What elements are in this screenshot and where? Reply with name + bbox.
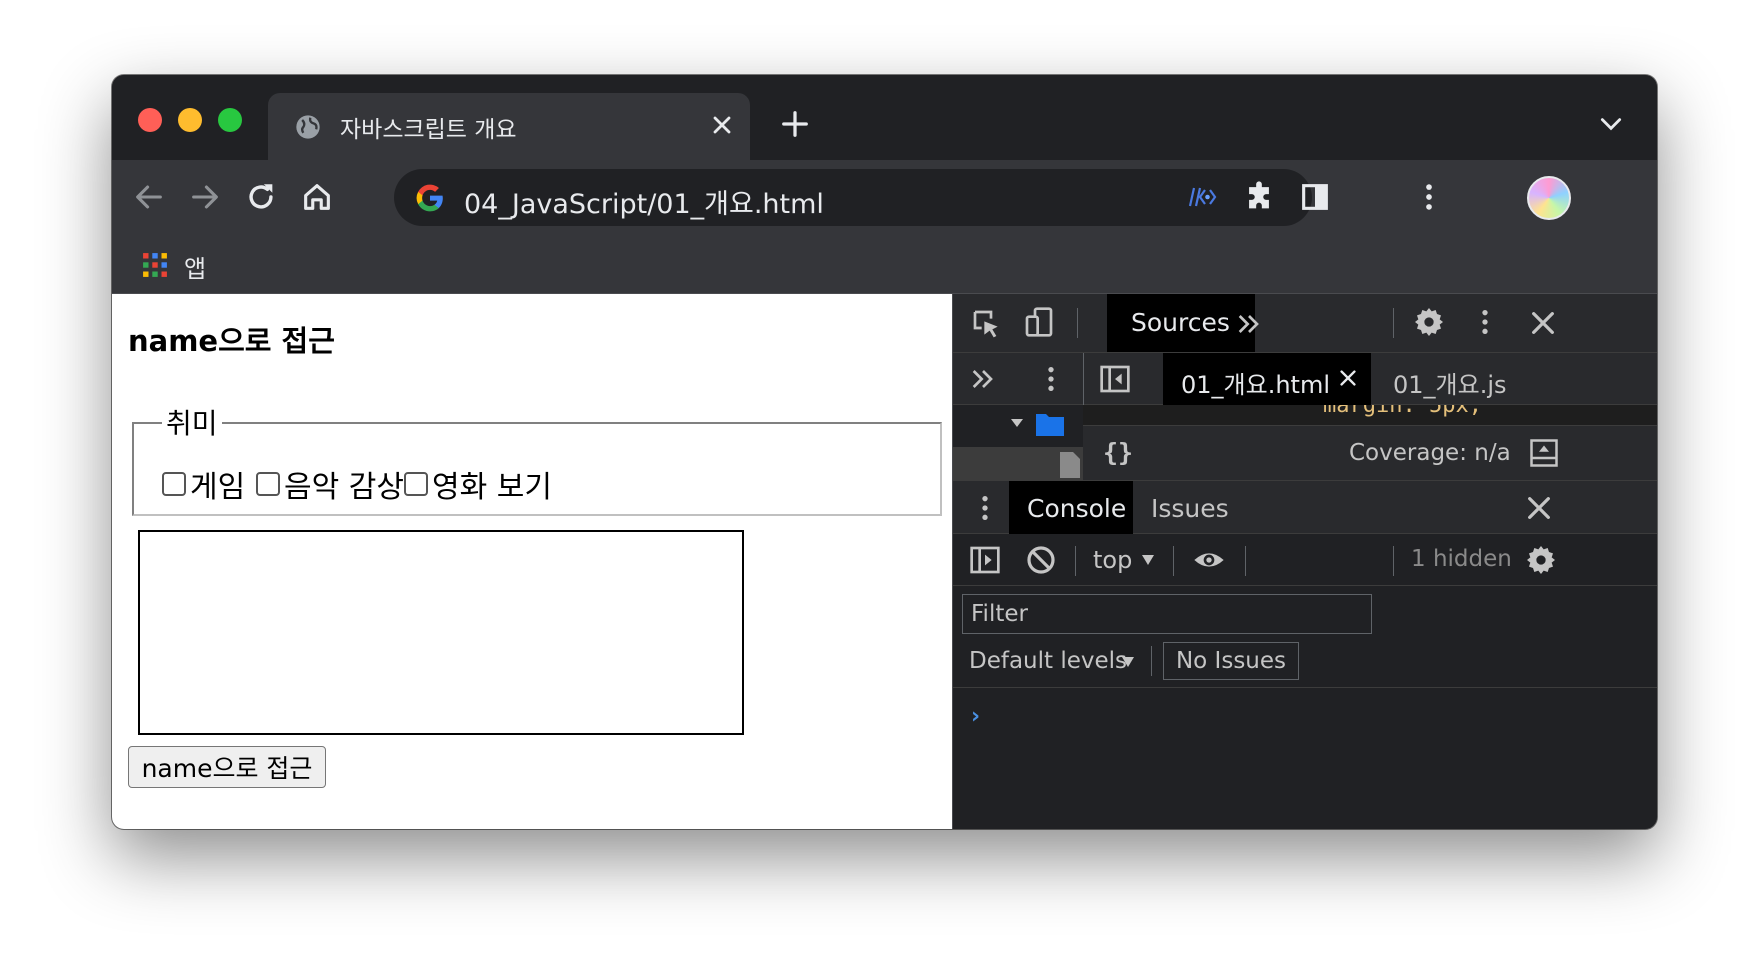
more-vertical-icon[interactable] <box>969 492 1001 524</box>
tab-console[interactable]: Console <box>1009 481 1133 534</box>
device-toolbar-icon[interactable] <box>1023 306 1055 338</box>
apps-bookmark-label[interactable]: 앱 <box>184 249 206 284</box>
checkbox-label: 음악 감상 <box>284 470 404 505</box>
close-drawer-icon[interactable] <box>1523 492 1555 524</box>
toggle-drawer-icon[interactable] <box>1529 438 1559 468</box>
sources-file-tabs: 01_개요.html 01_개요.js <box>953 353 1657 405</box>
more-vertical-icon[interactable] <box>1469 306 1501 338</box>
apps-grid-icon[interactable] <box>142 252 168 278</box>
minimize-window-button[interactable] <box>178 108 202 132</box>
console-tab-label: Console <box>1027 494 1127 523</box>
file-tab-html[interactable]: 01_개요.html <box>1163 353 1371 405</box>
new-tab-plus-icon[interactable] <box>780 109 810 139</box>
filter-row <box>953 586 1657 636</box>
tab-issues[interactable]: Issues <box>1151 494 1229 523</box>
console-prompt[interactable]: › <box>971 704 980 729</box>
selected-file-row[interactable] <box>953 447 1083 480</box>
more-chevron-icon[interactable] <box>967 363 999 395</box>
close-icon[interactable] <box>708 111 736 139</box>
url-text: 04_JavaScript/01_개요.html <box>464 189 824 220</box>
close-icon[interactable] <box>1337 367 1359 389</box>
bookmarks-bar: 앱 <box>112 236 1657 294</box>
fieldset-legend: 취미 <box>162 402 222 442</box>
tab-strip: 자바스크립트 개요 <box>112 75 1657 160</box>
separator <box>1173 546 1174 576</box>
checkbox-movie[interactable]: 영화 보기 <box>404 462 552 506</box>
more-vertical-icon[interactable] <box>1035 363 1067 395</box>
gear-icon[interactable] <box>1525 544 1557 576</box>
context-selector[interactable]: top <box>1093 546 1132 574</box>
file-tab-js[interactable]: 01_개요.js <box>1393 365 1507 400</box>
no-issues-button[interactable]: No Issues <box>1163 642 1299 680</box>
browser-toolbar: 04_JavaScript/01_개요.html <box>112 160 1657 236</box>
triangle-down-icon[interactable] <box>1009 415 1025 431</box>
page-viewport: name으로 접근 취미 게임 음악 감상 영화 보기 name으로 접근 <box>112 294 952 829</box>
profile-avatar[interactable] <box>1527 176 1571 220</box>
separator <box>1151 646 1152 676</box>
checkbox-box[interactable] <box>404 472 428 496</box>
back-arrow-icon[interactable] <box>132 180 166 214</box>
dropdown-triangle-icon <box>1122 657 1134 667</box>
home-icon[interactable] <box>300 180 334 214</box>
dropdown-triangle-icon <box>1142 555 1154 565</box>
separator <box>1393 308 1394 338</box>
hidden-messages-count: 1 hidden <box>1411 546 1512 572</box>
extension-code-icon[interactable] <box>1186 180 1220 214</box>
zoom-window-button[interactable] <box>218 108 242 132</box>
pretty-print-button[interactable]: {} <box>1103 438 1133 467</box>
code-line: margin: 5px; <box>1323 405 1482 418</box>
default-levels-dropdown[interactable]: Default levels <box>969 648 1127 674</box>
chevron-down-icon[interactable] <box>1598 113 1624 135</box>
filter-input[interactable] <box>962 594 1372 634</box>
levels-row: Default levels No Issues <box>953 636 1657 688</box>
sidebar-toggle-icon[interactable] <box>969 544 1001 576</box>
page-heading: name으로 접근 <box>128 324 335 358</box>
side-panel-icon[interactable] <box>1298 180 1332 214</box>
file-icon <box>1060 452 1080 478</box>
devtools-panel: Sources 01_개요.html 01_개요.js margin: 5px;… <box>952 294 1657 829</box>
google-logo-icon <box>416 184 443 212</box>
editor-status-bar: {} Coverage: n/a <box>1083 425 1657 480</box>
access-by-name-button[interactable]: name으로 접근 <box>128 746 326 788</box>
code-editor[interactable]: margin: 5px; <box>1083 405 1657 425</box>
eye-icon[interactable] <box>1193 544 1225 576</box>
more-vertical-icon[interactable] <box>1412 180 1446 214</box>
file-navigator <box>953 405 1083 480</box>
tab-title: 자바스크립트 개요 <box>340 117 517 143</box>
address-bar[interactable]: 04_JavaScript/01_개요.html <box>394 169 1312 226</box>
separator <box>1075 546 1076 576</box>
inspect-element-icon[interactable] <box>971 308 1003 340</box>
checkbox-box[interactable] <box>256 472 280 496</box>
browser-window: 자바스크립트 개요 04_JavaScript/01_개요.html 앱 nam… <box>112 75 1657 829</box>
drawer-tabs: Console Issues <box>953 480 1657 534</box>
checkbox-game[interactable]: 게임 <box>162 462 245 506</box>
forward-arrow-icon[interactable] <box>188 180 222 214</box>
checkbox-music[interactable]: 음악 감상 <box>256 462 404 506</box>
hobby-fieldset: 취미 게임 음악 감상 영화 보기 <box>132 402 942 516</box>
clear-console-icon[interactable] <box>1025 544 1057 576</box>
separator <box>1077 308 1078 338</box>
separator <box>1393 546 1394 576</box>
reload-icon[interactable] <box>244 180 278 214</box>
separator <box>1083 353 1084 405</box>
globe-icon <box>296 115 320 139</box>
sources-tab-label: Sources <box>1131 308 1230 337</box>
separator <box>1245 546 1246 576</box>
folder-icon <box>1036 414 1064 436</box>
devtools-main-toolbar: Sources <box>953 294 1657 353</box>
gear-icon[interactable] <box>1413 306 1445 338</box>
checkbox-box[interactable] <box>162 472 186 496</box>
toggle-navigator-icon[interactable] <box>1099 363 1131 395</box>
file-tab-label: 01_개요.html <box>1181 371 1330 399</box>
browser-tab[interactable]: 자바스크립트 개요 <box>268 93 750 160</box>
checkbox-label: 영화 보기 <box>432 470 552 505</box>
extensions-puzzle-icon[interactable] <box>1242 180 1276 214</box>
console-toolbar: top 1 hidden <box>953 534 1657 586</box>
coverage-label: Coverage: n/a <box>1349 440 1511 466</box>
more-tabs-chevron-icon[interactable] <box>1233 308 1265 340</box>
close-window-button[interactable] <box>138 108 162 132</box>
output-textarea[interactable] <box>138 530 744 735</box>
close-devtools-icon[interactable] <box>1527 307 1559 339</box>
checkbox-label: 게임 <box>190 470 246 505</box>
